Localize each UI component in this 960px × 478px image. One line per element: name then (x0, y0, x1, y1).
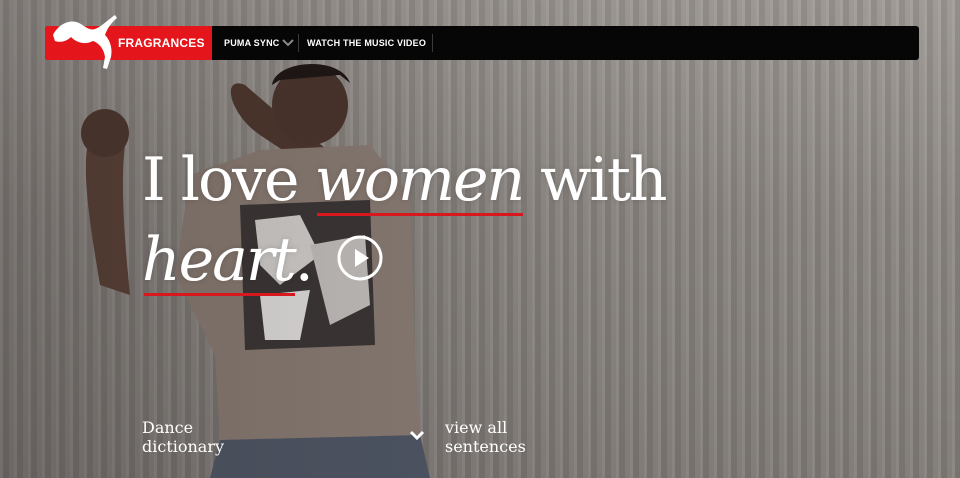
hero-headline: I love women with heart. (142, 140, 702, 300)
headline-text-i-love: I love (142, 145, 315, 215)
play-circle-icon[interactable] (337, 235, 383, 281)
nav-item-puma-sync[interactable]: PUMA SYNC (224, 26, 279, 60)
headline-period: . (294, 225, 314, 295)
nav-divider (432, 34, 433, 52)
headline-text-with: with (523, 145, 667, 215)
view-all-line2: sentences (445, 437, 526, 456)
puma-logo-icon (53, 15, 117, 69)
dance-dictionary-link[interactable]: Dance dictionary (142, 418, 224, 456)
headline-emphasis-women: women (315, 140, 525, 220)
view-all-line1: view all (445, 418, 508, 437)
nav-divider (298, 34, 299, 52)
view-all-sentences-link[interactable]: view all sentences (445, 418, 526, 456)
top-navbar: FRAGRANCES PUMA SYNC WATCH THE MUSIC VID… (45, 15, 919, 69)
dance-dictionary-line2: dictionary (142, 437, 225, 456)
chevron-down-icon[interactable] (282, 38, 294, 48)
brand-label: FRAGRANCES (118, 36, 205, 50)
headline-emphasis-heart: heart (142, 220, 297, 300)
nav-item-watch-music-video[interactable]: WATCH THE MUSIC VIDEO (307, 26, 426, 60)
dance-dictionary-line1: Dance (142, 418, 194, 437)
chevron-down-icon[interactable] (409, 430, 425, 442)
brand-block[interactable]: FRAGRANCES (45, 15, 212, 69)
